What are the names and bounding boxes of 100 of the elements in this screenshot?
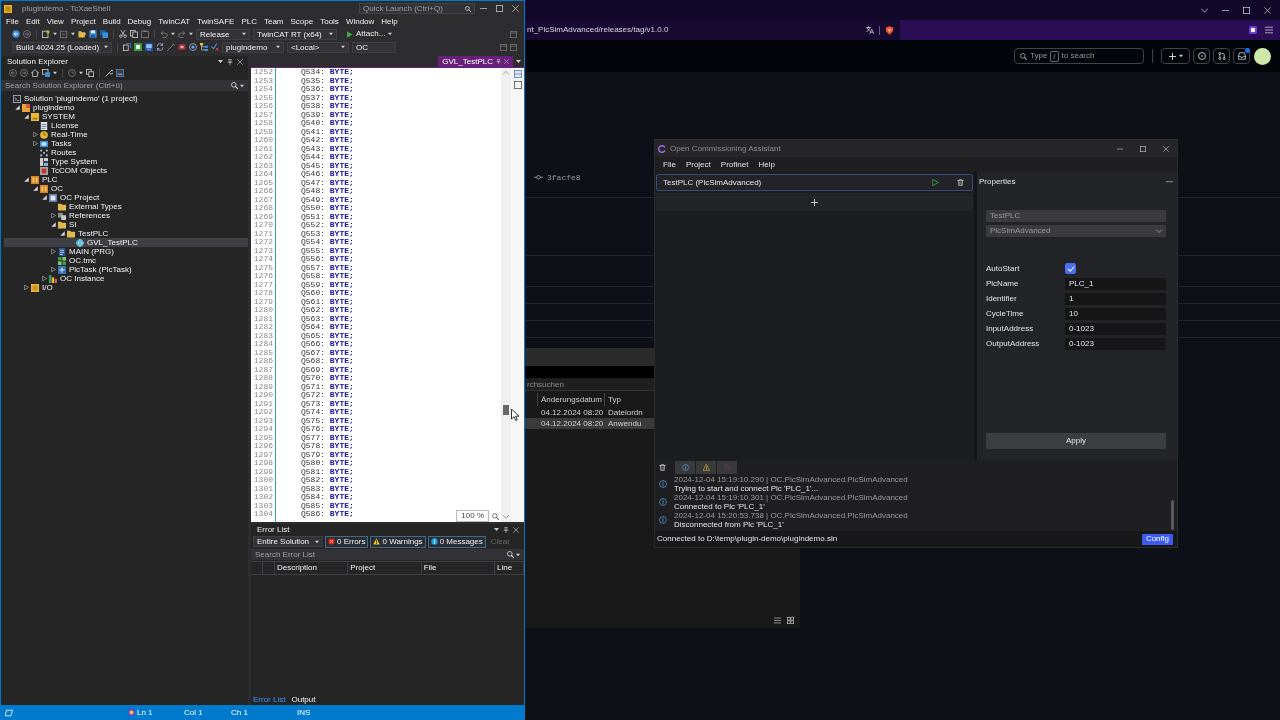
- menu-item[interactable]: Project: [685, 159, 711, 170]
- window-icon[interactable]: [510, 30, 517, 38]
- menu-item[interactable]: View: [46, 17, 64, 27]
- menu-item[interactable]: Edit: [25, 17, 40, 27]
- tree-item[interactable]: References: [4, 211, 248, 220]
- square-tile-icon[interactable]: [1249, 26, 1257, 34]
- project-dropdown[interactable]: plugindemo: [222, 41, 284, 53]
- forward-icon[interactable]: [20, 69, 28, 77]
- trash-icon[interactable]: [957, 179, 964, 186]
- menu-item[interactable]: TwinSAFE: [197, 17, 235, 27]
- menu-item[interactable]: TwinCAT: [158, 17, 191, 27]
- commit-hash[interactable]: 3facfe8: [547, 172, 581, 182]
- window-icon[interactable]: [500, 43, 507, 51]
- add-item-icon[interactable]: [60, 30, 68, 38]
- chevron-down-icon[interactable]: [1201, 6, 1208, 14]
- apply-button[interactable]: Apply: [986, 433, 1166, 449]
- column-header[interactable]: Änderungsdatum: [537, 393, 604, 406]
- inbox-button[interactable]: [1233, 48, 1250, 64]
- tree-item[interactable]: OC: [4, 184, 248, 193]
- caret-icon[interactable]: [79, 71, 83, 75]
- address-bar[interactable]: nt_PlcSimAdvanced/releases/tag/v1.0.0: [525, 20, 900, 40]
- tree-item[interactable]: Solution 'plugindemo' (1 project): [4, 94, 248, 103]
- back-icon[interactable]: [12, 30, 20, 38]
- expand-arrow-icon[interactable]: [23, 177, 29, 182]
- target-icon[interactable]: [189, 43, 197, 51]
- file-row[interactable]: 04.12.2024 08:20 Dateiordn: [525, 407, 654, 418]
- issues-button[interactable]: [1193, 48, 1210, 64]
- paste-icon[interactable]: [141, 30, 149, 38]
- save-all-icon[interactable]: [100, 30, 108, 38]
- search-field[interactable]: Search Error List: [251, 549, 524, 560]
- undo-icon[interactable]: [160, 30, 168, 38]
- close-icon[interactable]: [1264, 6, 1271, 14]
- expand-arrow-icon[interactable]: [14, 105, 20, 110]
- close-icon[interactable]: [1163, 145, 1169, 152]
- activate-configuration-icon[interactable]: [123, 43, 131, 51]
- tree-item[interactable]: PLC: [4, 175, 248, 184]
- switch-views-icon[interactable]: [42, 69, 50, 77]
- restart-icon[interactable]: [156, 43, 164, 51]
- maximize-icon[interactable]: [1243, 6, 1250, 14]
- tiles-view-icon[interactable]: [787, 617, 794, 624]
- translate-icon[interactable]: [866, 26, 874, 34]
- tree-item[interactable]: I/O: [4, 283, 248, 292]
- minimize-icon[interactable]: [480, 5, 487, 12]
- tree-item[interactable]: License: [4, 121, 248, 130]
- checkbox[interactable]: [1065, 263, 1076, 274]
- tree-item[interactable]: MAIN (PRG): [4, 247, 248, 256]
- close-icon[interactable]: [504, 59, 509, 64]
- panel-tab[interactable]: Error List: [253, 694, 286, 705]
- new-project-icon[interactable]: [42, 30, 50, 38]
- menu-item[interactable]: Window: [345, 17, 375, 27]
- pin-icon[interactable]: [503, 526, 509, 533]
- tree-item[interactable]: plugindemo: [4, 103, 248, 112]
- avatar[interactable]: [1254, 47, 1271, 65]
- close-icon[interactable]: [513, 526, 519, 533]
- menu-item[interactable]: PLC: [241, 17, 257, 27]
- input-field[interactable]: 0-1023: [1065, 322, 1166, 335]
- menu-item[interactable]: Build: [102, 17, 121, 27]
- vertical-scrollbar[interactable]: [501, 68, 511, 522]
- menu-item[interactable]: Debug: [127, 17, 152, 27]
- caret-icon[interactable]: [494, 527, 499, 532]
- tree-item[interactable]: TestPLC: [4, 229, 248, 238]
- tree-item[interactable]: External Types: [4, 202, 248, 211]
- redo-icon[interactable]: [178, 30, 186, 38]
- pull-requests-button[interactable]: [1213, 48, 1230, 64]
- menu-item[interactable]: File: [663, 159, 676, 170]
- expand-arrow-icon[interactable]: [23, 114, 29, 119]
- menu-item[interactable]: Team: [263, 17, 284, 27]
- wand-icon[interactable]: [167, 43, 175, 51]
- column-header[interactable]: Description: [275, 562, 349, 574]
- column-header[interactable]: Line: [495, 562, 524, 574]
- maximize-icon[interactable]: [1140, 145, 1146, 152]
- home-icon[interactable]: [31, 69, 39, 77]
- config-button[interactable]: Config: [1141, 533, 1173, 545]
- input-field[interactable]: 1: [1065, 292, 1166, 305]
- caret-icon[interactable]: [171, 32, 175, 36]
- column-header[interactable]: Project: [348, 562, 422, 574]
- open-folder-icon[interactable]: [78, 30, 86, 38]
- cut-icon[interactable]: [119, 30, 127, 38]
- type-dropdown[interactable]: PlcSimAdvanced: [986, 225, 1166, 237]
- tree-item[interactable]: SYSTEM: [4, 112, 248, 121]
- collapse-all-icon[interactable]: [86, 69, 94, 77]
- close-icon[interactable]: [512, 5, 519, 12]
- configuration-dropdown[interactable]: Release: [196, 28, 250, 40]
- pin-icon[interactable]: [227, 58, 233, 65]
- pending-changes-icon[interactable]: [68, 69, 76, 77]
- run-mode-icon[interactable]: [134, 43, 142, 51]
- search-field[interactable]: rchsuchen: [525, 379, 654, 391]
- tree-item[interactable]: GVL_TestPLC: [4, 238, 248, 247]
- plc-dropdown[interactable]: OC: [352, 41, 396, 53]
- menu-item[interactable]: Scope: [290, 17, 314, 27]
- menu-item[interactable]: Help: [381, 17, 398, 27]
- build-dropdown[interactable]: Build 4024.25 (Loaded): [12, 41, 112, 53]
- square-icon[interactable]: [513, 81, 522, 89]
- log-filter-button[interactable]: [696, 461, 716, 474]
- file-row[interactable]: 04.12.2024 08:20 Anwendu: [525, 418, 654, 429]
- menu-item[interactable]: File: [6, 17, 19, 27]
- input-field[interactable]: 10: [1065, 307, 1166, 320]
- expand-arrow-icon[interactable]: [32, 186, 38, 191]
- maximize-icon[interactable]: [496, 5, 503, 12]
- scrollbar-thumb[interactable]: [503, 405, 509, 416]
